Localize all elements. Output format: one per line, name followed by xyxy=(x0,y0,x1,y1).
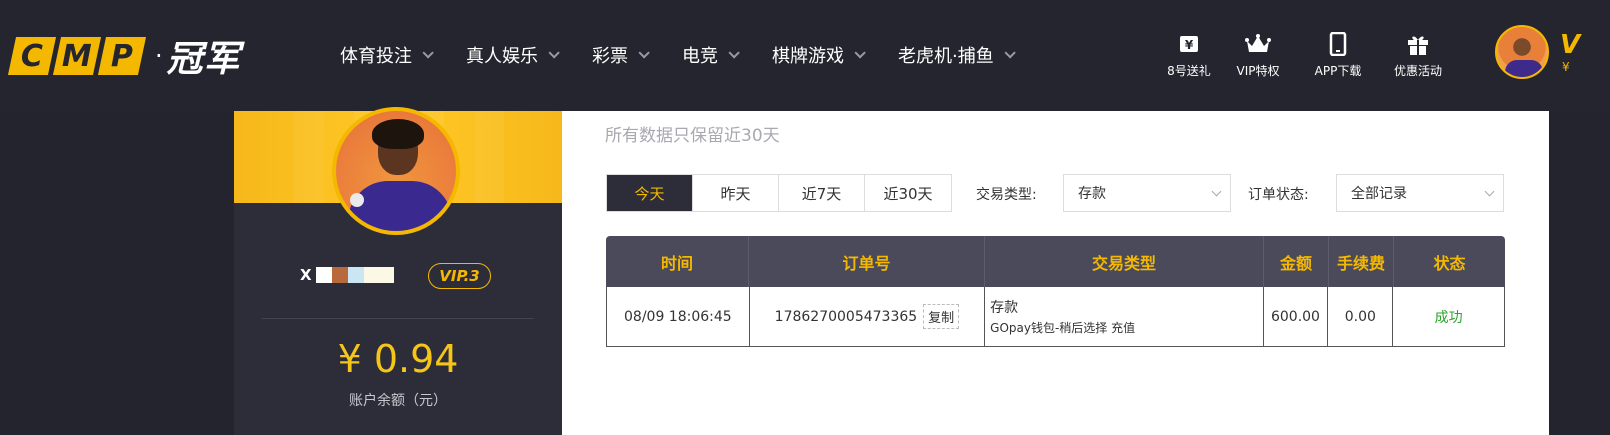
tab-last-7-days[interactable]: 近7天 xyxy=(779,175,865,211)
transactions-table: 时间 订单号 交易类型 金额 手续费 状态 08/09 18:06:45 178… xyxy=(606,236,1505,347)
tab-yesterday[interactable]: 昨天 xyxy=(693,175,779,211)
date-range-tabs: 今天 昨天 近7天 近30天 xyxy=(606,174,952,212)
phone-icon xyxy=(1325,32,1351,56)
cell-amount: 600.00 xyxy=(1264,287,1329,346)
masked-name-block xyxy=(347,267,364,283)
transaction-type-select[interactable]: 存款 xyxy=(1063,174,1231,212)
chevron-down-icon xyxy=(548,47,560,59)
username: X xyxy=(300,266,394,284)
nav-item-card-games[interactable]: 棋牌游戏 xyxy=(772,42,866,68)
top-header: C M P · 冠军 体育投注 真人娱乐 彩票 电竞 棋牌游戏 老虎机·捕鱼 ¥… xyxy=(0,0,1610,111)
chevron-down-icon xyxy=(638,47,650,59)
chevron-down-icon xyxy=(854,47,866,59)
main-nav: 体育投注 真人娱乐 彩票 电竞 棋牌游戏 老虎机·捕鱼 xyxy=(340,42,1048,68)
cell-fee: 0.00 xyxy=(1328,287,1394,346)
column-header-order-no: 订单号 xyxy=(749,236,985,287)
ticket-icon: ¥ xyxy=(1176,32,1202,56)
order-number: 1786270005473365 xyxy=(774,308,918,325)
crown-icon xyxy=(1245,32,1271,56)
chevron-down-icon xyxy=(1211,186,1222,197)
cell-time: 08/09 18:06:45 xyxy=(607,287,750,346)
masked-name-block xyxy=(363,267,394,283)
tool-app-download[interactable]: APP下载 xyxy=(1298,32,1378,79)
nav-item-sports[interactable]: 体育投注 xyxy=(340,42,434,68)
chevron-down-icon xyxy=(422,47,434,59)
type-detail: GOpay钱包-稍后选择 充值 xyxy=(990,321,1136,335)
tool-gift-8[interactable]: ¥ 8号送礼 xyxy=(1160,32,1218,79)
account-balance-label: 账户余额（元） xyxy=(349,393,447,409)
tool-vip[interactable]: VIP特权 xyxy=(1218,32,1298,79)
nav-item-slots-fishing[interactable]: 老虎机·捕鱼 xyxy=(898,42,1016,68)
column-header-time: 时间 xyxy=(606,236,749,287)
gift-icon xyxy=(1405,32,1431,56)
profile-avatar[interactable] xyxy=(332,107,460,235)
svg-text:¥: ¥ xyxy=(1185,38,1194,52)
column-header-fee: 手续费 xyxy=(1329,236,1394,287)
transaction-type-label: 交易类型: xyxy=(976,187,1037,203)
table-row: 08/09 18:06:45 1786270005473365 复制 存款 GO… xyxy=(606,287,1505,347)
nav-item-lottery[interactable]: 彩票 xyxy=(592,42,650,68)
header-vip-fragment: V xyxy=(1560,30,1581,60)
tab-today[interactable]: 今天 xyxy=(607,175,693,211)
masked-name-block xyxy=(331,267,348,283)
copy-button[interactable]: 复制 xyxy=(923,304,960,329)
masked-name-block xyxy=(315,267,332,283)
column-header-type: 交易类型 xyxy=(985,236,1264,287)
column-header-amount: 金额 xyxy=(1264,236,1329,287)
nav-item-live-casino[interactable]: 真人娱乐 xyxy=(466,42,560,68)
header-balance-fragment: ¥ xyxy=(1562,60,1570,74)
table-header: 时间 订单号 交易类型 金额 手续费 状态 xyxy=(606,236,1505,287)
user-avatar[interactable] xyxy=(1495,25,1549,79)
logo-cn-text: 冠军 xyxy=(166,39,241,80)
type-main: 存款 xyxy=(990,300,1019,316)
tool-promotions[interactable]: 优惠活动 xyxy=(1378,32,1458,79)
vip-level-badge: VIP.3 xyxy=(428,263,491,289)
chevron-down-icon xyxy=(1004,47,1016,59)
profile-panel: X VIP.3 ¥ 0.94 账户余额（元） xyxy=(234,107,562,435)
divider xyxy=(262,318,534,319)
account-balance: ¥ 0.94 xyxy=(337,337,459,381)
retention-note: 所有数据只保留近30天 xyxy=(605,126,780,146)
order-status-label: 订单状态: xyxy=(1248,187,1309,203)
brand-logo[interactable]: C M P · 冠军 xyxy=(7,36,241,80)
header-tools: ¥ 8号送礼 VIP特权 APP下载 优惠活动 xyxy=(1160,32,1458,79)
cell-type: 存款 GOpay钱包-稍后选择 充值 xyxy=(985,287,1264,346)
order-status-select[interactable]: 全部记录 xyxy=(1336,174,1504,212)
transaction-records-panel: 所有数据只保留近30天 今天 昨天 近7天 近30天 交易类型: 存款 订单状态… xyxy=(562,111,1549,435)
column-header-status: 状态 xyxy=(1433,253,1466,273)
chevron-down-icon xyxy=(1484,186,1495,197)
cell-order-no: 1786270005473365 复制 xyxy=(750,287,986,346)
status-badge: 成功 xyxy=(1434,309,1463,326)
chevron-down-icon xyxy=(728,47,740,59)
nav-item-esports[interactable]: 电竞 xyxy=(682,42,740,68)
tab-last-30-days[interactable]: 近30天 xyxy=(865,175,951,211)
